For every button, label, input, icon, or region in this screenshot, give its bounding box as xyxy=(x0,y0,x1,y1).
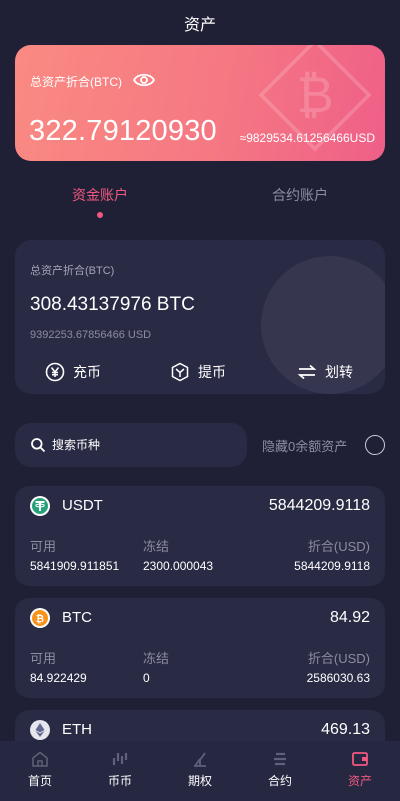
total-assets-usd: ≈9829534.61256466USD xyxy=(239,131,375,145)
frozen-value: 2300.000043 xyxy=(143,559,214,573)
nav-options[interactable]: 期权 xyxy=(160,741,240,801)
frozen-value: 0 xyxy=(143,671,150,685)
page-title: 资产 xyxy=(183,16,216,34)
hide-zero-balance-label: 隐藏0余额资产 xyxy=(262,439,348,454)
nav-label: 期权 xyxy=(187,774,212,788)
tether-icon xyxy=(30,496,50,516)
nav-label: 币币 xyxy=(107,774,132,788)
nav-label: 资产 xyxy=(347,774,372,788)
wallet-icon xyxy=(352,752,368,766)
asset-total: 84.92 xyxy=(329,609,370,626)
equiv-label: 折合(USD) xyxy=(307,539,370,554)
ethereum-icon xyxy=(30,720,50,740)
yen-circle-icon xyxy=(45,362,65,382)
asset-total: 469.13 xyxy=(321,721,370,738)
tab-contract-account[interactable]: 合约账户 xyxy=(230,185,370,205)
withdraw-label: 提币 xyxy=(198,364,226,380)
available-value: 5841909.911851 xyxy=(30,559,120,573)
nav-label: 合约 xyxy=(267,774,292,788)
trade-icon xyxy=(112,753,128,765)
account-total-usd: 9392253.67856466 USD xyxy=(30,329,152,341)
total-assets-value: 322.79120930 xyxy=(29,115,217,147)
equiv-value: 2586030.63 xyxy=(306,671,370,685)
tab-funds-account[interactable]: 资金账户 xyxy=(30,185,170,205)
frozen-label: 冻结 xyxy=(143,651,170,666)
equiv-label: 折合(USD) xyxy=(307,651,370,666)
account-total-label: 总资产折合(BTC) xyxy=(30,265,115,277)
deposit-label: 充币 xyxy=(73,364,101,380)
total-assets-label: 总资产折合(BTC) xyxy=(30,75,122,89)
account-tabs: 资金账户 合约账户 xyxy=(0,185,400,225)
asset-total: 5844209.9118 xyxy=(268,497,370,514)
search-input[interactable] xyxy=(52,438,222,452)
svg-text:₿: ₿ xyxy=(36,613,44,625)
options-icon xyxy=(194,752,206,767)
funds-account-card: 总资产折合(BTC) 308.43137976 BTC 9392253.6785… xyxy=(15,240,385,394)
bottom-nav: 首页 币币 期权 合约 资产 xyxy=(0,741,400,801)
nav-contract[interactable]: 合约 xyxy=(240,741,320,801)
home-icon xyxy=(32,751,48,767)
transfer-label: 划转 xyxy=(325,364,353,380)
available-label: 可用 xyxy=(30,651,57,666)
bitcoin-icon: ₿ xyxy=(30,608,50,628)
equiv-value: 5844209.9118 xyxy=(294,559,370,573)
total-assets-card: ₿ 总资产折合(BTC) 322.79120930 ≈9829534.61256… xyxy=(15,45,385,161)
available-label: 可用 xyxy=(30,539,57,554)
asset-name: BTC xyxy=(62,609,92,626)
hide-zero-balance-toggle[interactable] xyxy=(365,435,385,455)
active-tab-indicator xyxy=(97,212,103,218)
nav-home[interactable]: 首页 xyxy=(0,741,80,801)
transfer-arrows-icon xyxy=(297,364,317,380)
search-icon xyxy=(31,438,46,453)
asset-name: USDT xyxy=(62,497,103,514)
svg-text:₿: ₿ xyxy=(296,65,333,124)
withdraw-button[interactable]: 提币 xyxy=(170,362,226,382)
transfer-button[interactable]: 划转 xyxy=(297,362,353,382)
asset-card-usdt[interactable]: USDT 5844209.9118 可用 冻结 折合(USD) 5841909.… xyxy=(15,486,385,586)
search-box[interactable] xyxy=(15,423,247,467)
withdraw-shield-icon xyxy=(171,362,189,382)
asset-card-btc[interactable]: ₿ BTC 84.92 可用 冻结 折合(USD) 84.922429 0 25… xyxy=(15,598,385,698)
available-value: 84.922429 xyxy=(30,671,87,685)
nav-label: 首页 xyxy=(27,774,52,788)
nav-trade[interactable]: 币币 xyxy=(80,741,160,801)
contract-icon xyxy=(274,752,286,766)
asset-name: ETH xyxy=(62,721,92,738)
account-total-btc: 308.43137976 BTC xyxy=(30,294,195,315)
eye-icon[interactable] xyxy=(133,71,155,89)
deposit-button[interactable]: 充币 xyxy=(45,362,101,382)
nav-assets[interactable]: 资产 xyxy=(320,741,400,801)
frozen-label: 冻结 xyxy=(143,539,170,554)
